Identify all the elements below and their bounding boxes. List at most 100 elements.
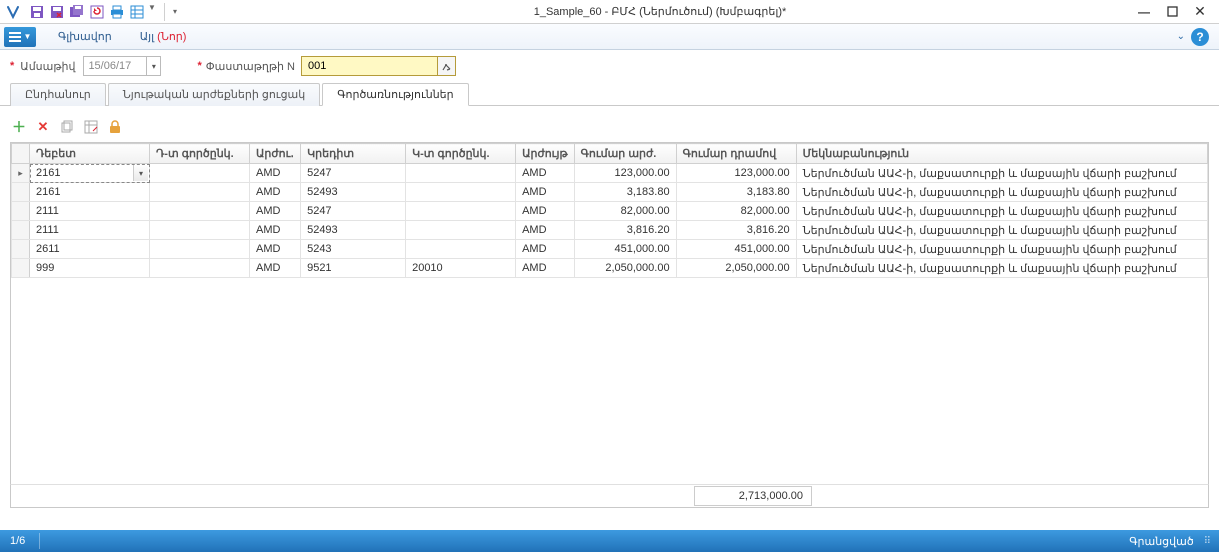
cell-kpart[interactable] bbox=[406, 164, 516, 183]
col-comment[interactable]: Մեկնաբանություն bbox=[796, 144, 1207, 164]
collapse-ribbon-icon[interactable]: ⌄ bbox=[1177, 31, 1185, 42]
cell-dpart[interactable] bbox=[150, 202, 250, 221]
cell-cur2[interactable]: AMD bbox=[516, 202, 575, 221]
cell-debit[interactable]: 2161▾ bbox=[30, 164, 150, 183]
col-dpart[interactable]: Դ-տ գործընկ. bbox=[150, 144, 250, 164]
cell-amt2[interactable]: 2,050,000.00 bbox=[676, 259, 796, 278]
cell-debit[interactable]: 2161 bbox=[30, 183, 150, 202]
tab-inventory-list[interactable]: Նյութական արժեքների ցուցակ bbox=[108, 83, 321, 106]
cell-comment[interactable]: Ներմուծման ԱԱՀ-ի, մաքսատուրքի և մաքսային… bbox=[796, 164, 1207, 183]
col-amt1[interactable]: Գումար արժ. bbox=[574, 144, 676, 164]
col-credit[interactable]: Կրեդիտ bbox=[301, 144, 406, 164]
cell-credit[interactable]: 5247 bbox=[301, 164, 406, 183]
cell-cur2[interactable]: AMD bbox=[516, 164, 575, 183]
cell-cur1[interactable]: AMD bbox=[250, 221, 301, 240]
cell-credit[interactable]: 52493 bbox=[301, 183, 406, 202]
cell-cur1[interactable]: AMD bbox=[250, 183, 301, 202]
cell-dpart[interactable] bbox=[150, 259, 250, 278]
cell-cur1[interactable]: AMD bbox=[250, 202, 301, 221]
minimize-button[interactable]: — bbox=[1137, 5, 1151, 19]
docnum-lookup-icon[interactable] bbox=[437, 57, 455, 75]
cell-amt1[interactable]: 451,000.00 bbox=[574, 240, 676, 259]
cell-amt2[interactable]: 123,000.00 bbox=[676, 164, 796, 183]
cell-comment[interactable]: Ներմուծման ԱԱՀ-ի, մաքսատուրքի և մաքսային… bbox=[796, 221, 1207, 240]
save-icon[interactable] bbox=[28, 3, 46, 21]
cell-amt2[interactable]: 82,000.00 bbox=[676, 202, 796, 221]
cell-amt2[interactable]: 451,000.00 bbox=[676, 240, 796, 259]
table-row[interactable]: 2161AMD52493AMD3,183.803,183.80Ներմուծմա… bbox=[12, 183, 1208, 202]
menu-main[interactable]: Գլխավոր bbox=[48, 26, 130, 47]
resize-grip-icon[interactable]: ⠿ bbox=[1204, 536, 1209, 547]
cell-comment[interactable]: Ներմուծման ԱԱՀ-ի, մաքսատուրքի և մաքսային… bbox=[796, 240, 1207, 259]
cell-comment[interactable]: Ներմուծման ԱԱՀ-ի, մաքսատուրքի և մաքսային… bbox=[796, 202, 1207, 221]
cell-kpart[interactable] bbox=[406, 183, 516, 202]
date-dropdown-icon[interactable]: ▾ bbox=[146, 57, 160, 75]
cell-amt1[interactable]: 3,816.20 bbox=[574, 221, 676, 240]
tab-transactions[interactable]: Գործառնություններ bbox=[322, 83, 468, 106]
col-amt2[interactable]: Գումար դրամով bbox=[676, 144, 796, 164]
cell-debit[interactable]: 2111 bbox=[30, 221, 150, 240]
close-button[interactable]: ✕ bbox=[1193, 5, 1207, 19]
copy-row-icon[interactable] bbox=[58, 118, 76, 136]
cell-credit[interactable]: 52493 bbox=[301, 221, 406, 240]
table-row[interactable]: 999AMD952120010AMD2,050,000.002,050,000.… bbox=[12, 259, 1208, 278]
cell-amt1[interactable]: 2,050,000.00 bbox=[574, 259, 676, 278]
col-kpart[interactable]: Կ-տ գործընկ. bbox=[406, 144, 516, 164]
tab-general[interactable]: Ընդհանուր bbox=[10, 83, 106, 106]
cell-amt2[interactable]: 3,816.20 bbox=[676, 221, 796, 240]
print-icon[interactable] bbox=[108, 3, 126, 21]
cell-cur1[interactable]: AMD bbox=[250, 259, 301, 278]
col-cur2[interactable]: Արժույթ bbox=[516, 144, 575, 164]
cell-credit[interactable]: 9521 bbox=[301, 259, 406, 278]
save-close-icon[interactable] bbox=[48, 3, 66, 21]
docnum-input[interactable] bbox=[302, 60, 437, 72]
table-row[interactable]: 2611AMD5243AMD451,000.00451,000.00Ներմու… bbox=[12, 240, 1208, 259]
cell-cur2[interactable]: AMD bbox=[516, 221, 575, 240]
refresh-icon[interactable] bbox=[88, 3, 106, 21]
grid-options-icon[interactable] bbox=[128, 3, 146, 21]
add-row-icon[interactable]: ＋ bbox=[10, 118, 28, 136]
cell-dpart[interactable] bbox=[150, 183, 250, 202]
save-copy-icon[interactable] bbox=[68, 3, 86, 21]
cell-credit[interactable]: 5247 bbox=[301, 202, 406, 221]
col-cur1[interactable]: Արժու․ bbox=[250, 144, 301, 164]
cell-debit[interactable]: 2111 bbox=[30, 202, 150, 221]
cell-kpart[interactable] bbox=[406, 240, 516, 259]
cell-dpart[interactable] bbox=[150, 164, 250, 183]
cell-amt1[interactable]: 82,000.00 bbox=[574, 202, 676, 221]
cell-debit[interactable]: 2611 bbox=[30, 240, 150, 259]
cell-credit[interactable]: 5243 bbox=[301, 240, 406, 259]
cell-dropdown-icon[interactable]: ▾ bbox=[133, 165, 148, 181]
cell-kpart[interactable]: 20010 bbox=[406, 259, 516, 278]
lock-icon[interactable] bbox=[106, 118, 124, 136]
cell-cur2[interactable]: AMD bbox=[516, 183, 575, 202]
maximize-button[interactable] bbox=[1165, 5, 1179, 19]
table-row[interactable]: ▸2161▾AMD5247AMD123,000.00123,000.00Ներմ… bbox=[12, 164, 1208, 183]
cell-amt1[interactable]: 3,183.80 bbox=[574, 183, 676, 202]
menu-other[interactable]: Այլ (Նոր) bbox=[130, 26, 205, 47]
cell-kpart[interactable] bbox=[406, 202, 516, 221]
cell-debit[interactable]: 999 bbox=[30, 259, 150, 278]
cell-cur1[interactable]: AMD bbox=[250, 164, 301, 183]
cell-cur1[interactable]: AMD bbox=[250, 240, 301, 259]
cell-amt1[interactable]: 123,000.00 bbox=[574, 164, 676, 183]
cell-kpart[interactable] bbox=[406, 221, 516, 240]
quick-toolbar-dropdown-icon[interactable]: ▾ bbox=[173, 7, 183, 16]
cell-amt2[interactable]: 3,183.80 bbox=[676, 183, 796, 202]
grid-options-dropdown-icon[interactable]: ▼ bbox=[148, 3, 158, 21]
cell-dpart[interactable] bbox=[150, 240, 250, 259]
cell-cur2[interactable]: AMD bbox=[516, 240, 575, 259]
cell-comment[interactable]: Ներմուծման ԱԱՀ-ի, մաքսատուրքի և մաքսային… bbox=[796, 259, 1207, 278]
table-row[interactable]: 2111AMD5247AMD82,000.0082,000.00Ներմուծմ… bbox=[12, 202, 1208, 221]
cell-comment[interactable]: Ներմուծման ԱԱՀ-ի, մաքսատուրքի և մաքսային… bbox=[796, 183, 1207, 202]
cell-dpart[interactable] bbox=[150, 221, 250, 240]
date-input[interactable] bbox=[84, 57, 146, 75]
grid-settings-icon[interactable] bbox=[82, 118, 100, 136]
table-row[interactable]: 2111AMD52493AMD3,816.203,816.20Ներմուծմա… bbox=[12, 221, 1208, 240]
cell-cur2[interactable]: AMD bbox=[516, 259, 575, 278]
help-icon[interactable]: ? bbox=[1191, 28, 1209, 46]
transactions-table[interactable]: Դեբետ Դ-տ գործընկ. Արժու․ Կրեդիտ Կ-տ գոր… bbox=[11, 143, 1208, 278]
delete-row-icon[interactable]: ✕ bbox=[34, 118, 52, 136]
app-menu-button[interactable]: ▼ bbox=[4, 27, 36, 47]
col-debit[interactable]: Դեբետ bbox=[30, 144, 150, 164]
